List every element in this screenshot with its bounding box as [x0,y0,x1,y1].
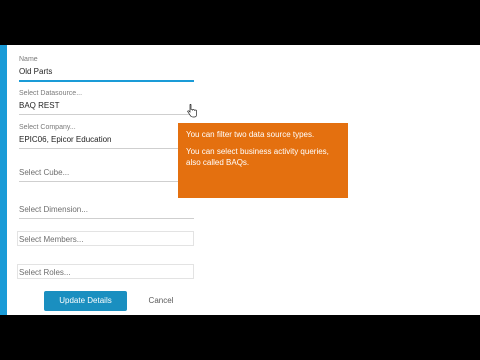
datasource-select[interactable]: Select Datasource... BAQ REST [19,89,194,115]
dimension-placeholder[interactable]: Select Dimension... [19,204,194,215]
cancel-button[interactable]: Cancel [140,291,182,311]
dimension-select[interactable]: Select Dimension... [19,204,194,219]
cube-underline [19,181,194,182]
datasource-value[interactable]: BAQ REST [19,100,194,111]
datasource-underline [19,114,194,115]
tooltip-line-1: You can filter two data source types. [186,130,315,139]
roles-placeholder[interactable]: Select Roles... [19,267,194,278]
cube-select[interactable]: Select Cube... [19,167,194,182]
name-input[interactable]: Old Parts [19,66,194,77]
tooltip-callout: You can filter two data source types. Yo… [178,123,348,198]
tooltip-line-2: You can select business activity queries… [186,147,329,167]
company-value[interactable]: EPIC06, Epicor Education [19,134,194,145]
name-label: Name [19,56,38,63]
dimension-underline [19,218,194,219]
app-screen: Name Old Parts Select Datasource... BAQ … [0,45,480,315]
cube-placeholder[interactable]: Select Cube... [19,167,194,178]
company-label: Select Company... [19,124,76,131]
update-details-button[interactable]: Update Details [44,291,127,311]
datasource-label: Select Datasource... [19,90,83,97]
members-select[interactable]: Select Members... [19,234,194,245]
members-placeholder[interactable]: Select Members... [19,234,194,245]
name-field[interactable]: Name Old Parts [19,55,194,82]
name-underline [19,80,194,82]
roles-select[interactable]: Select Roles... [19,267,194,278]
company-underline [19,148,194,149]
hand-pointer-icon [187,104,197,118]
left-accent-bar [0,45,7,315]
company-select[interactable]: Select Company... EPIC06, Epicor Educati… [19,123,194,149]
